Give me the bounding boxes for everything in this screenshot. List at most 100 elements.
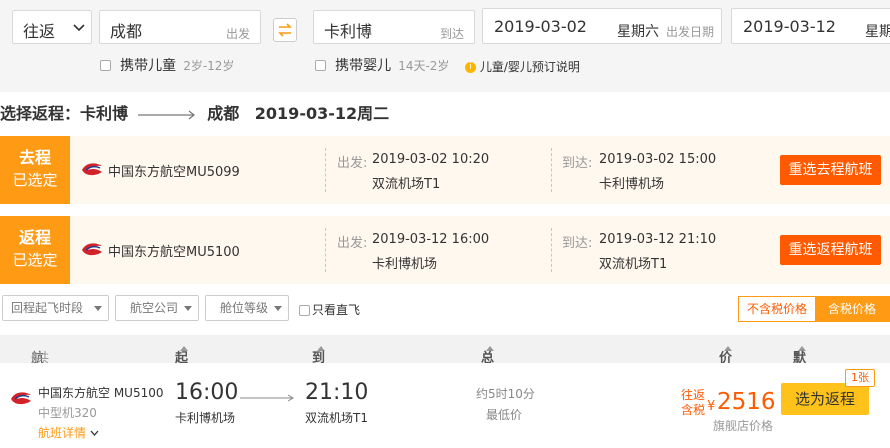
infant-label: 携带婴儿 (335, 58, 392, 74)
infant-checkbox-row[interactable]: 携带婴儿 14天-2岁 (315, 55, 449, 75)
chevron-down-icon (90, 430, 99, 436)
col-price-sort[interactable]: 价格 (719, 341, 732, 385)
title-from: 卡利博 (80, 104, 129, 123)
reselect-outbound-button[interactable]: 重选去程航班 (780, 155, 881, 185)
result-aircraft: 中型机320 (38, 406, 97, 420)
flight-result-row: 中国东方航空 MU5100 中型机320 航班详情 16:00 卡利博机场 21… (0, 363, 890, 448)
result-arr-time: 21:10 (305, 380, 369, 405)
info-label: 儿童/婴儿预订说明 (479, 60, 580, 74)
cabin-filter[interactable]: 舱位等级 (205, 295, 289, 321)
outbound-dep-label: 出发: (337, 156, 368, 171)
divider (325, 148, 326, 192)
return-weekday: 星期 (865, 24, 890, 40)
inbound-segment-card: 返程 已选定 中国东方航空MU5100 出发: 2019-03-12 16:00… (0, 216, 890, 284)
cabin-filter-label: 舱位等级 (220, 301, 269, 315)
outbound-arr-airport: 卡利博机场 (599, 177, 665, 192)
result-dep-airport: 卡利博机场 (175, 411, 236, 425)
direct-only-checkbox[interactable] (299, 305, 310, 316)
airline-filter[interactable]: 航空公司 (115, 295, 199, 321)
title-prefix: 选择返程： (0, 104, 81, 123)
from-city-value: 成都 (110, 22, 143, 41)
reselect-inbound-button[interactable]: 重选返程航班 (780, 235, 881, 265)
inbound-dep-label: 出发: (337, 236, 368, 251)
title-date: 2019-03-12周二 (254, 104, 390, 123)
info-icon: i (465, 62, 476, 73)
inbound-arr-airport: 双流机场T1 (599, 257, 668, 272)
inbound-dep-time: 2019-03-12 16:00 (372, 232, 490, 247)
trip-type-value: 往返 (23, 22, 56, 41)
divider (551, 148, 552, 192)
swap-cities-button[interactable] (273, 18, 297, 42)
child-label: 携带儿童 (120, 58, 177, 74)
results-header: 航班信息(共2条航班) 起飞时间 到达时间 总耗时 价格 默认排序 (0, 335, 890, 438)
result-price-note: 旗舰店价格 (713, 419, 774, 433)
inbound-tag-status: 已选定 (12, 251, 58, 269)
result-airline: 中国东方航空 MU5100 (38, 386, 164, 400)
outbound-tag-status: 已选定 (12, 171, 58, 189)
select-return-button[interactable]: 选为返程 (781, 383, 869, 415)
infant-hint: 14天-2岁 (398, 59, 450, 73)
return-date-value: 2019-03-12 (743, 17, 836, 36)
result-duration: 约5时10分 (476, 387, 535, 401)
swap-icon (278, 23, 292, 37)
from-city-input[interactable]: 成都 出发 (99, 10, 261, 44)
divider (325, 228, 326, 272)
from-tag: 出发 (225, 27, 250, 41)
direct-only-label: 只看直飞 (312, 303, 361, 317)
with-tax-price-tab[interactable]: 含税价格 (815, 297, 889, 321)
title-to: 成都 (207, 104, 240, 123)
airline-filter-label: 航空公司 (130, 301, 179, 315)
depart-tag: 出发日期 (666, 25, 715, 39)
col-dep-sort[interactable]: 起飞时间 (175, 341, 188, 423)
china-eastern-logo-icon (82, 243, 102, 256)
flight-details-link[interactable]: 航班详情 (38, 424, 99, 441)
depart-date-input[interactable]: 2019-03-02 星期六 出发日期 (482, 8, 722, 44)
result-price: 2516 (717, 389, 776, 415)
return-date-input[interactable]: 2019-03-12 星期 (731, 8, 890, 44)
inbound-tag-title: 返程 (18, 228, 51, 247)
outbound-segment-card: 去程 已选定 中国东方航空MU5099 出发: 2019-03-02 10:20… (0, 136, 890, 204)
outbound-arr-label: 到达: (562, 156, 593, 171)
outbound-arr-time: 2019-03-02 15:00 (599, 152, 717, 167)
outbound-tag-title: 去程 (18, 148, 51, 167)
no-tax-price-tab[interactable]: 不含税价格 (739, 297, 815, 321)
to-city-input[interactable]: 卡利博 到达 (313, 10, 475, 44)
divider (551, 228, 552, 272)
result-duration-note: 最低价 (486, 408, 523, 422)
arrow-right-icon (137, 110, 195, 119)
direct-only-filter[interactable]: 只看直飞 (299, 301, 360, 318)
china-eastern-logo-icon (11, 392, 31, 405)
col-arr-sort[interactable]: 到达时间 (312, 341, 325, 423)
col-default-sort[interactable]: 默认排序 (793, 341, 806, 423)
chevron-down-icon (94, 306, 102, 311)
inbound-dep-airport: 卡利博机场 (372, 257, 438, 272)
depart-weekday: 星期六 (617, 24, 659, 40)
page-title: 选择返程：卡利博 成都 2019-03-12周二 (0, 100, 389, 124)
inbound-arr-time: 2019-03-12 21:10 (599, 232, 717, 247)
result-dep-time: 16:00 (175, 380, 239, 405)
child-checkbox[interactable] (100, 60, 111, 71)
arrow-right-icon (240, 394, 294, 402)
china-eastern-logo-icon (82, 163, 102, 176)
inbound-arr-label: 到达: (562, 236, 593, 251)
infant-checkbox[interactable] (315, 60, 326, 71)
dep-time-filter[interactable]: 回程起飞时段 (2, 295, 109, 321)
inbound-airline: 中国东方航空MU5100 (108, 245, 240, 260)
child-checkbox-row[interactable]: 携带儿童 2岁-12岁 (100, 55, 234, 75)
outbound-tag: 去程 已选定 (0, 136, 70, 204)
outbound-dep-airport: 双流机场T1 (372, 177, 441, 192)
info-link[interactable]: i 儿童/婴儿预订说明 (465, 58, 580, 75)
child-hint: 2岁-12岁 (183, 59, 235, 73)
chevron-down-icon (73, 24, 85, 32)
trip-type-select[interactable]: 往返 (12, 10, 92, 44)
chevron-down-icon (184, 306, 192, 311)
inbound-tag: 返程 已选定 (0, 216, 70, 284)
price-tag-tax: 含税 (681, 403, 706, 417)
price-mode-toggle: 不含税价格 含税价格 (738, 296, 890, 322)
outbound-dep-time: 2019-03-02 10:20 (372, 152, 490, 167)
depart-date-value: 2019-03-02 (494, 17, 587, 36)
seats-left-badge: 1张 (845, 369, 875, 387)
to-city-value: 卡利博 (324, 22, 373, 41)
dep-time-filter-label: 回程起飞时段 (11, 301, 84, 315)
col-duration-sort[interactable]: 总耗时 (481, 341, 494, 404)
